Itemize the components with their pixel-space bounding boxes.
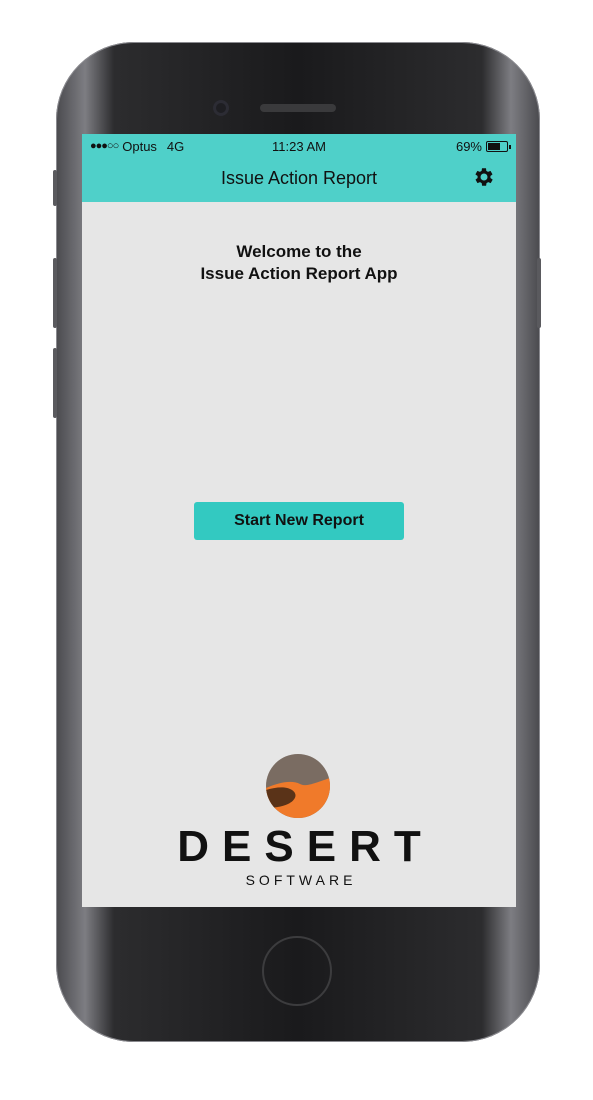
logo-wordmark: DESERT <box>177 822 434 871</box>
volume-up-button <box>53 258 57 328</box>
power-button <box>537 258 541 328</box>
mute-switch <box>53 170 57 206</box>
page-title: Issue Action Report <box>220 168 378 188</box>
status-right: 69% <box>455 137 511 155</box>
app-screen: ●●●○○ Optus 4G 11:23 AM 69% Issue Action… <box>82 134 516 907</box>
battery-cap <box>509 144 511 149</box>
start-new-report-button[interactable]: Start New Report <box>194 502 404 540</box>
welcome-line-1: Welcome to the <box>236 242 362 261</box>
header-bar: ●●●○○ Optus 4G 11:23 AM 69% Issue Action… <box>82 134 516 202</box>
gear-icon[interactable] <box>472 165 496 189</box>
battery-percent: 69% <box>455 138 482 154</box>
battery-fill <box>488 142 501 150</box>
earpiece-speaker <box>260 104 336 112</box>
status-time: 11:23 AM <box>272 138 326 154</box>
logo-subtitle: SOFTWARE <box>245 872 357 888</box>
volume-down-button <box>53 348 57 418</box>
home-button[interactable] <box>262 936 332 1006</box>
battery-icon <box>486 140 511 152</box>
welcome-line-2: Issue Action Report App <box>200 264 398 283</box>
front-camera <box>213 100 229 116</box>
welcome-message: Welcome to the Issue Action Report App <box>82 241 516 285</box>
desert-dune-logo-icon <box>266 754 330 818</box>
